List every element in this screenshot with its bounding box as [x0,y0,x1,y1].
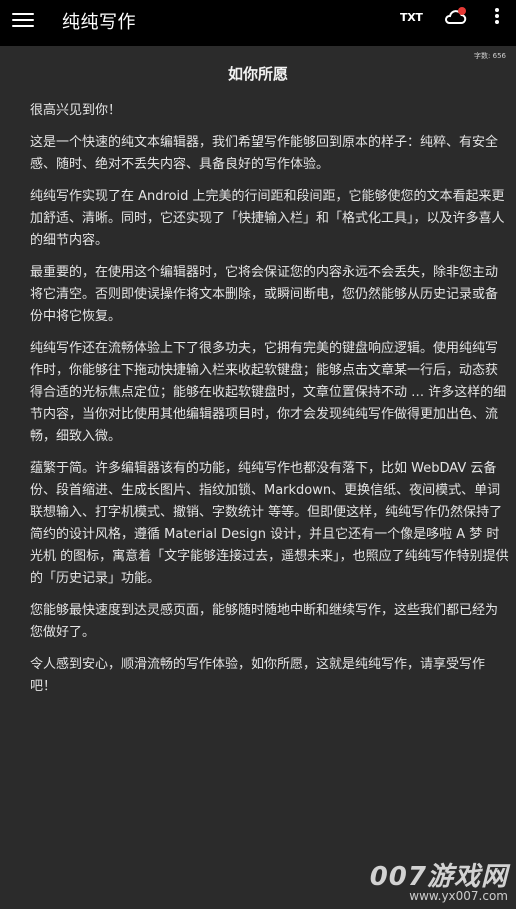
document-title[interactable]: 如你所愿 [0,63,516,84]
cloud-sync-icon[interactable] [443,6,467,28]
sync-badge [458,7,466,15]
paragraph: 这是一个快速的纯文本编辑器，我们希望写作能够回到原本的样子：纯粹、有安全感、随时… [30,135,499,172]
app-title: 纯纯写作 [62,12,136,33]
app-bar: 纯纯写作 TXT [0,0,516,46]
document-body[interactable]: 很高兴见到你！ 这是一个快速的纯文本编辑器，我们希望写作能够回到原本的样子：纯粹… [30,100,510,708]
paragraph: 令人感到安心，顺滑流畅的写作体验，如你所愿，这就是纯纯写作，请享受写作吧！ [30,657,486,694]
more-vert-icon[interactable] [489,8,505,30]
paragraph: 很高兴见到你！ [30,103,122,118]
hamburger-menu-icon[interactable] [12,10,34,32]
paragraph: 纯纯写作实现了在 Android 上完美的行间距和段间距，它能够使您的文本看起来… [30,189,505,248]
site-watermark: 007游戏网 www.yx007.com [370,856,508,903]
paragraph: 蕴繁于简。许多编辑器该有的功能，纯纯写作也都没有落下，比如 WebDAV 云备份… [30,461,509,586]
paragraph: 纯纯写作还在流畅体验上下了很多功夫，它拥有完美的键盘响应逻辑。使用纯纯写作时，你… [30,341,507,444]
paragraph: 最重要的，在使用这个编辑器时，它将会保证您的内容永远不会丢失，除非您主动将它清空… [30,265,499,324]
export-txt-button[interactable]: TXT [400,11,423,24]
word-count: 字数: 656 [474,52,506,60]
paragraph: 您能够最快速度到达灵感页面，能够随时随地中断和继续写作，这些我们都已经为您做好了… [30,603,499,640]
watermark-logo-text: 007游戏网 [369,862,508,892]
